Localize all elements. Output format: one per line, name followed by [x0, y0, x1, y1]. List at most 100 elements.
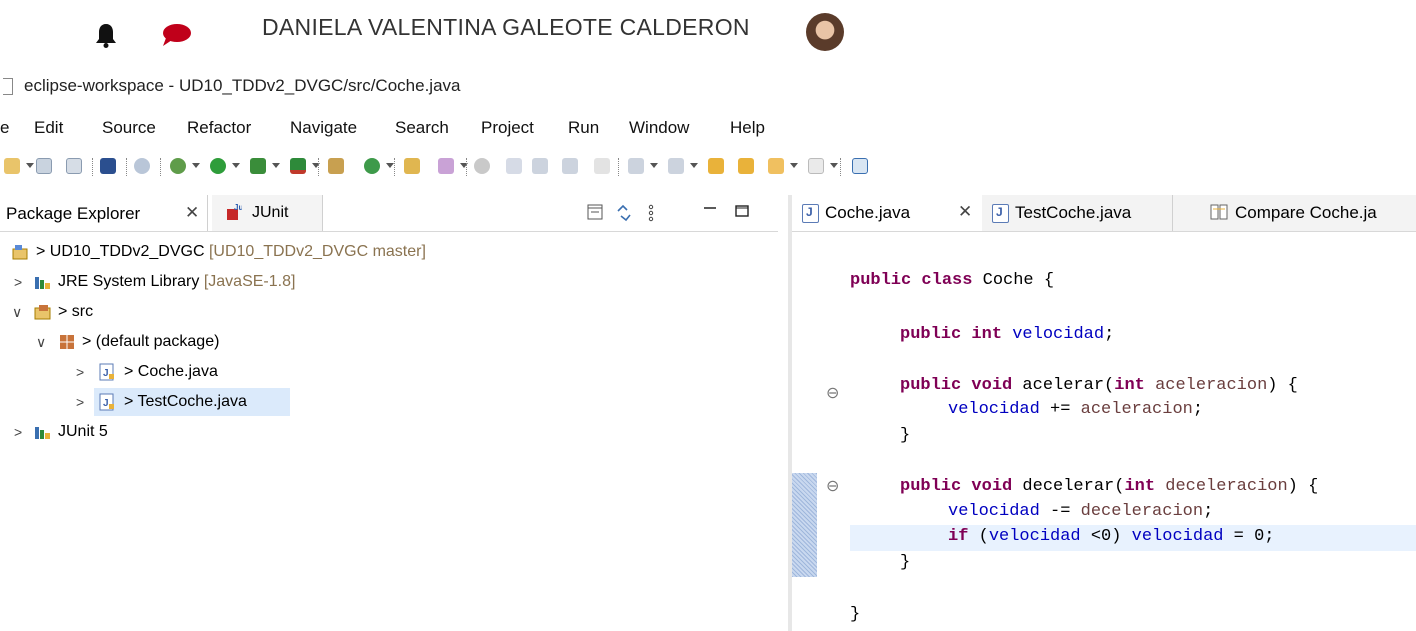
chat-icon[interactable]	[160, 22, 192, 48]
tab-package-explorer[interactable]: Package Explorer ✕	[0, 195, 208, 231]
eclipse-window-icon	[3, 78, 13, 95]
save-all-icon[interactable]	[64, 156, 84, 176]
tree-prefix: >	[36, 243, 46, 260]
junit-icon: Ju	[227, 203, 242, 220]
tab-junit[interactable]: Ju JUnit	[212, 195, 323, 231]
open-type-icon[interactable]	[402, 156, 422, 176]
menu-search[interactable]: Search	[395, 118, 449, 138]
pin-icon[interactable]	[472, 156, 492, 176]
next-annotation-icon[interactable]	[626, 156, 658, 176]
tab-coche-java[interactable]: Coche.java ✕	[792, 195, 983, 231]
chevron-right-icon[interactable]: >	[76, 364, 84, 380]
code-line: public void decelerar(int deceleracion) …	[900, 477, 1319, 496]
chevron-right-icon[interactable]: >	[14, 424, 22, 440]
java-file-icon	[992, 204, 1009, 223]
tree-item-coche-java[interactable]: > J > Coche.java	[0, 357, 778, 387]
tab-label: Package Explorer	[6, 204, 141, 223]
collapse-all-icon[interactable]	[586, 203, 604, 221]
menu-edit[interactable]: Edit	[34, 118, 63, 138]
tree-label: Coche.java	[137, 363, 218, 380]
svg-text:J: J	[103, 368, 109, 379]
close-icon[interactable]: ✕	[958, 202, 972, 222]
chevron-right-icon[interactable]: >	[14, 274, 22, 290]
toolbar-separator	[840, 158, 842, 176]
save-icon[interactable]	[34, 156, 54, 176]
menu-refactor[interactable]: Refactor	[187, 118, 251, 138]
tree-item-testcoche-java[interactable]: > J > TestCoche.java	[0, 387, 778, 417]
menu-run[interactable]: Run	[568, 118, 599, 138]
perspective-icon[interactable]	[850, 156, 870, 176]
tree-prefix: >	[124, 363, 134, 380]
source-folder-icon	[34, 305, 51, 320]
tab-testcoche-java[interactable]: TestCoche.java	[982, 195, 1173, 231]
toolbar-separator	[126, 158, 128, 176]
menu-file[interactable]: e	[0, 118, 9, 138]
chevron-down-icon[interactable]: ∨	[36, 334, 46, 351]
fold-collapse-icon[interactable]: ⊖	[826, 476, 839, 496]
forward-disabled-icon[interactable]	[806, 156, 838, 176]
package-explorer-view: Package Explorer ✕ Ju JUnit > UD10_TDDv2…	[0, 195, 778, 631]
debug-icon[interactable]	[168, 156, 200, 176]
back-icon[interactable]	[736, 156, 756, 176]
whitespace-icon[interactable]	[592, 156, 612, 176]
menu-source[interactable]: Source	[102, 118, 156, 138]
menu-window[interactable]: Window	[629, 118, 689, 138]
run-icon[interactable]	[208, 156, 240, 176]
toolbar-separator	[618, 158, 620, 176]
window-title: eclipse-workspace - UD10_TDDv2_DVGC/src/…	[24, 76, 461, 95]
chevron-right-icon[interactable]: >	[76, 394, 84, 410]
search-icon[interactable]	[436, 156, 468, 176]
tree-item-default-package[interactable]: ∨ > (default package)	[0, 327, 778, 357]
library-icon	[35, 427, 50, 439]
tree-label: (default package)	[95, 333, 220, 350]
view-menu-icon[interactable]	[646, 203, 656, 223]
tree-label: src	[71, 303, 94, 320]
tab-compare-coche[interactable]: Compare Coche.ja	[1202, 195, 1416, 231]
new-java-class-icon[interactable]	[362, 156, 394, 176]
close-icon[interactable]: ✕	[185, 203, 199, 223]
minimize-icon[interactable]	[702, 203, 718, 219]
coverage-icon[interactable]	[248, 156, 280, 176]
toggle-block-icon[interactable]	[530, 156, 550, 176]
tab-label: Compare Coche.ja	[1235, 203, 1377, 222]
tab-label: JUnit	[252, 204, 289, 221]
toggle-mark-icon[interactable]	[560, 156, 580, 176]
external-tools-icon[interactable]	[288, 156, 320, 176]
tree-item-jre-library[interactable]: > JRE System Library [JavaSE-1.8]	[0, 267, 778, 297]
tree-item-project[interactable]: > UD10_TDDv2_DVGC [UD10_TDDv2_DVGC maste…	[0, 237, 778, 267]
toolbar-separator	[318, 158, 320, 176]
new-icon[interactable]	[2, 156, 34, 176]
avatar[interactable]	[806, 13, 844, 51]
link-with-editor-icon[interactable]	[614, 203, 634, 223]
highlight-icon[interactable]	[504, 156, 524, 176]
forward-icon[interactable]	[766, 156, 798, 176]
tree-label: TestCoche.java	[137, 393, 247, 410]
toolbar-separator	[466, 158, 468, 176]
menu-project[interactable]: Project	[481, 118, 534, 138]
fold-collapse-icon[interactable]: ⊖	[826, 383, 839, 403]
skip-breakpoints-icon[interactable]	[132, 156, 152, 176]
tree-label: JUnit 5	[58, 423, 108, 440]
toolbar-separator	[92, 158, 94, 176]
menu-help[interactable]: Help	[730, 118, 765, 138]
code-line: }	[900, 553, 911, 572]
bell-icon[interactable]	[95, 22, 117, 48]
git-decoration: [UD10_TDDv2_DVGC master]	[208, 243, 426, 260]
new-java-package-icon[interactable]	[326, 156, 346, 176]
last-edit-icon[interactable]	[706, 156, 726, 176]
tree-prefix: >	[58, 303, 68, 320]
maximize-icon[interactable]	[734, 203, 750, 219]
previous-annotation-icon[interactable]	[666, 156, 698, 176]
menu-navigate[interactable]: Navigate	[290, 118, 357, 138]
tree-item-src[interactable]: ∨ > src	[0, 297, 778, 327]
code-line: public class Coche {	[850, 271, 1055, 290]
library-decoration: [JavaSE-1.8]	[203, 273, 296, 290]
chevron-down-icon[interactable]: ∨	[12, 304, 22, 321]
toolbar-separator	[160, 158, 162, 176]
tree-item-junit5[interactable]: > JUnit 5	[0, 417, 778, 447]
tree-label: JRE System Library	[58, 273, 200, 290]
terminal-icon[interactable]	[98, 156, 118, 176]
code-line: velocidad += aceleracion;	[948, 400, 1204, 419]
package-icon	[60, 335, 74, 349]
editor-tabbar: Coche.java ✕ TestCoche.java Compare Coch…	[792, 195, 1416, 232]
